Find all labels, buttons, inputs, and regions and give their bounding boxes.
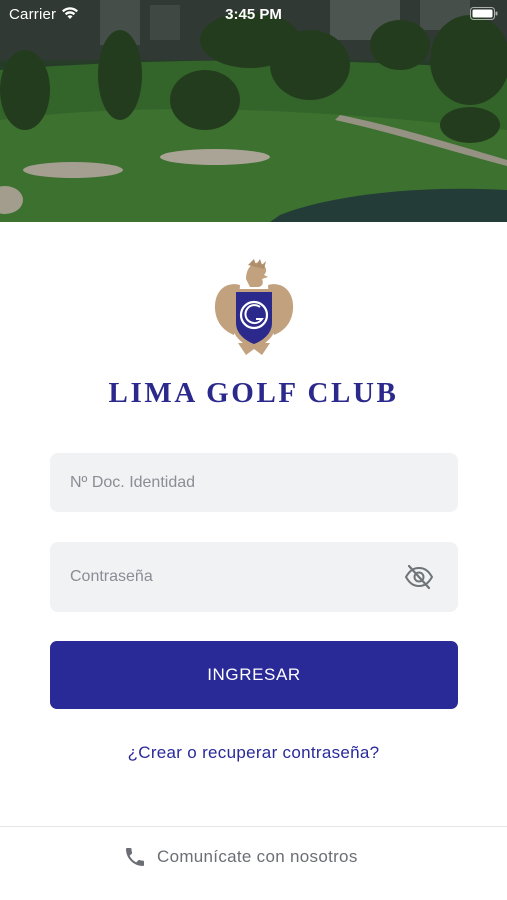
club-crest-logo — [214, 259, 294, 355]
eye-slash-icon[interactable] — [404, 564, 434, 590]
status-time: 3:45 PM — [225, 6, 282, 23]
footer-divider — [0, 826, 507, 827]
battery-icon — [470, 7, 498, 20]
document-id-field[interactable] — [50, 453, 458, 512]
club-name: LIMA GOLF CLUB — [108, 377, 399, 409]
password-input[interactable] — [50, 542, 458, 612]
recover-password-link[interactable]: ¿Crear o recuperar contraseña? — [0, 743, 507, 763]
password-field[interactable] — [50, 542, 458, 612]
phone-icon — [126, 848, 144, 866]
contact-us-label: Comunícate con nosotros — [157, 847, 358, 866]
hero-golf-course-image — [0, 0, 507, 222]
contact-us-button[interactable]: Comunícate con nosotros — [123, 843, 358, 871]
document-id-input[interactable] — [50, 453, 458, 512]
login-button[interactable]: INGRESAR — [50, 641, 458, 709]
status-bar: Carrier 3:45 PM — [0, 0, 507, 28]
